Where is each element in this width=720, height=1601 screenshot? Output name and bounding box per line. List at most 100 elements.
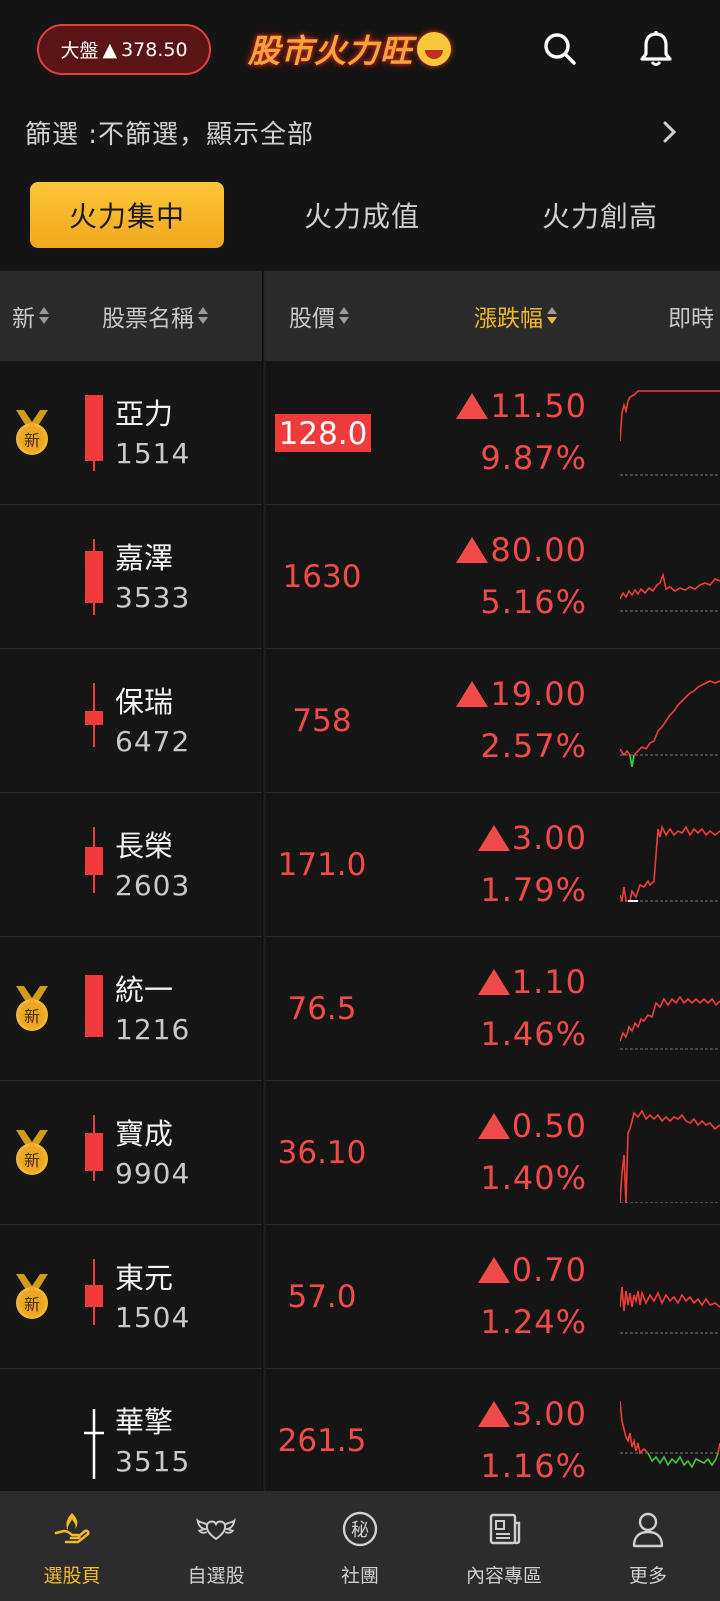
stock-percent: 1.16%	[480, 1447, 587, 1485]
sort-icon	[38, 305, 50, 327]
change-value: 3.00	[511, 819, 587, 857]
intraday-sparkline	[620, 572, 720, 612]
intraday-sparkline	[620, 680, 720, 768]
badge-text: 新	[24, 1151, 40, 1170]
table-row[interactable]: 保瑞 6472 758 19.00 2.57%	[0, 649, 720, 793]
candlestick-icon	[85, 683, 103, 747]
brand-text: 股市火力旺	[248, 32, 414, 70]
column-realtime-label: 即時	[668, 306, 714, 332]
nav-label: 更多	[628, 1565, 667, 1587]
market-value: 378.50	[121, 38, 188, 61]
frozen-column-shadow	[262, 271, 266, 1491]
column-name[interactable]: 股票名稱	[102, 271, 209, 361]
stock-code: 3533	[115, 581, 191, 614]
stock-percent: 1.79%	[480, 871, 587, 909]
table-row[interactable]: 嘉澤 3533 1630 80.00 5.16%	[0, 505, 720, 649]
candlestick-icon	[85, 539, 103, 615]
change-value: 1.10	[511, 963, 587, 1001]
filter-row[interactable]: 篩選 :不篩選，顯示全部	[0, 104, 720, 160]
stock-change: 19.00	[456, 675, 587, 713]
winged-heart-icon	[196, 1517, 236, 1541]
bell-icon[interactable]	[634, 27, 678, 71]
stock-code: 3515	[115, 1445, 191, 1478]
table-row[interactable]: 新 亞力 1514 128.0 11.50 9.87%	[0, 361, 720, 505]
stock-price: 758	[292, 703, 352, 739]
change-value: 11.50	[490, 387, 587, 425]
up-triangle-icon	[477, 969, 510, 995]
up-triangle-icon	[477, 825, 510, 851]
new-medal-icon: 新	[16, 1130, 48, 1175]
candlestick-icon	[85, 1259, 103, 1325]
stock-percent: 1.24%	[480, 1303, 587, 1341]
column-price[interactable]: 股價	[289, 271, 350, 361]
column-change[interactable]: 漲跌幅	[474, 271, 558, 361]
stock-code: 2603	[115, 869, 191, 902]
stock-percent: 9.87%	[480, 439, 587, 477]
badge-text: 新	[24, 431, 40, 450]
sort-icon	[338, 305, 350, 327]
nav-item-more[interactable]: 更多	[576, 1491, 720, 1601]
column-new[interactable]: 新	[12, 271, 50, 361]
candlestick-icon	[85, 395, 103, 471]
stock-name: 長榮	[115, 829, 174, 863]
brand-logo: 股市火力旺	[248, 26, 452, 72]
table-header: 新 股票名稱 股價 漲跌幅 即時	[0, 271, 720, 361]
tab-fire-value[interactable]: 火力成值	[262, 182, 462, 248]
chevron-right-icon	[663, 121, 677, 143]
up-triangle-icon	[456, 393, 489, 419]
table-row[interactable]: 新 寶成 9904 36.10 0.50 1.40%	[0, 1081, 720, 1225]
tab-bar: 火力集中 火力成值 火力創高	[0, 182, 720, 248]
change-value: 3.00	[511, 1395, 587, 1433]
stock-list: 新 亞力 1514 128.0 11.50 9.87% 嘉澤 3533 1630…	[0, 361, 720, 1491]
stock-name: 東元	[115, 1261, 174, 1295]
new-medal-icon: 新	[16, 986, 48, 1031]
stock-change: 0.70	[477, 1251, 587, 1289]
stock-name: 保瑞	[115, 685, 174, 719]
stock-percent: 5.16%	[480, 583, 587, 621]
stock-percent: 1.40%	[480, 1159, 587, 1197]
nav-label: 選股頁	[43, 1565, 101, 1587]
candlestick-icon	[85, 1115, 103, 1181]
stock-code: 9904	[115, 1157, 191, 1190]
market-label: 大盤	[60, 40, 99, 62]
nav-item-watchlist[interactable]: 自選股	[144, 1491, 288, 1601]
stock-name: 亞力	[115, 397, 174, 431]
stock-price: 261.5	[277, 1423, 367, 1459]
market-index-pill[interactable]: 大盤 ▲ 378.50	[37, 24, 211, 75]
up-triangle-icon	[456, 537, 489, 563]
table-row[interactable]: 長榮 2603 171.0 3.00 1.79%	[0, 793, 720, 937]
column-realtime[interactable]: 即時	[668, 271, 714, 361]
table-row[interactable]: 華擎 3515 261.5 3.00 1.16%	[0, 1369, 720, 1491]
app-header: 大盤 ▲ 378.50 股市火力旺	[0, 0, 720, 100]
stock-price: 1630	[282, 559, 362, 595]
intraday-sparkline	[620, 824, 720, 902]
badge-text: 新	[24, 1295, 40, 1314]
change-value: 0.50	[511, 1107, 587, 1145]
intraday-sparkline	[620, 1286, 720, 1334]
new-medal-icon: 新	[16, 410, 48, 455]
sort-desc-icon	[546, 305, 558, 327]
tab-fire-focus[interactable]: 火力集中	[30, 182, 224, 248]
intraday-sparkline	[620, 1400, 720, 1469]
stock-code: 6472	[115, 725, 191, 758]
nav-item-stock-picker[interactable]: 選股頁	[0, 1491, 144, 1601]
intraday-sparkline	[620, 390, 720, 476]
filter-text: 篩選 :不篩選，顯示全部	[25, 119, 315, 150]
tab-fire-high[interactable]: 火力創高	[500, 182, 700, 248]
stock-code: 1504	[115, 1301, 191, 1334]
stock-name: 嘉澤	[115, 541, 174, 575]
search-icon[interactable]	[538, 27, 582, 71]
table-row[interactable]: 新 統一 1216 76.5 1.10 1.46%	[0, 937, 720, 1081]
intraday-sparkline	[620, 1109, 720, 1203]
column-price-label: 股價	[289, 306, 335, 332]
nav-item-community[interactable]: 秘 社團	[288, 1491, 432, 1601]
up-triangle-icon	[456, 681, 489, 707]
table-row[interactable]: 新 東元 1504 57.0 0.70 1.24%	[0, 1225, 720, 1369]
sort-icon	[197, 305, 209, 327]
nav-item-content[interactable]: 內容專區	[432, 1491, 576, 1601]
stock-price: 76.5	[287, 991, 357, 1027]
stock-price: 128.0	[275, 414, 371, 452]
stock-name: 統一	[115, 973, 174, 1007]
market-arrow: ▲	[102, 38, 118, 61]
stock-name: 寶成	[115, 1117, 174, 1151]
